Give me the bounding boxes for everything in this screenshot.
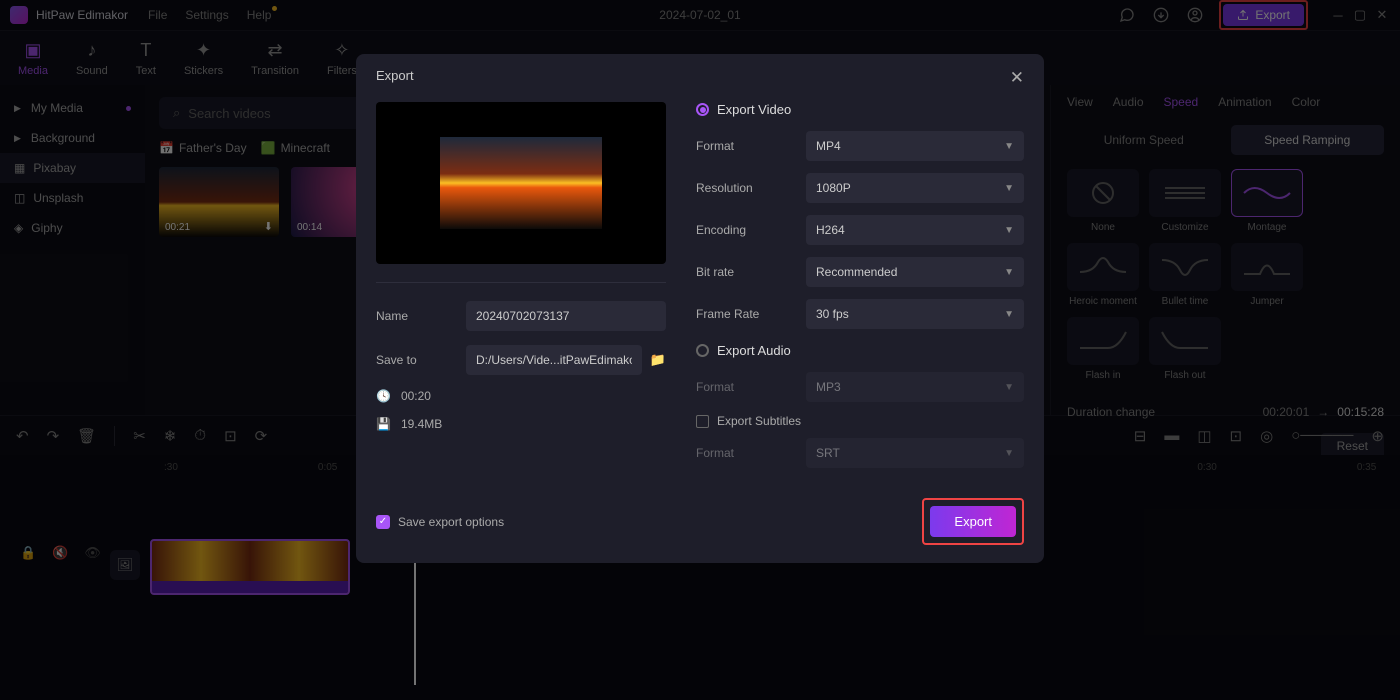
encoding-dropdown[interactable]: H264▼ (806, 215, 1024, 245)
modal-overlay: Export ✕ Name Save to 📁 🕓00:20 💾19.4MB (0, 0, 1400, 700)
dialog-title: Export (376, 68, 414, 88)
framerate-dropdown[interactable]: 30 fps▼ (806, 299, 1024, 329)
export-subtitles-checkbox[interactable]: Export Subtitles (696, 414, 1024, 428)
chevron-down-icon: ▼ (1004, 309, 1014, 320)
chevron-down-icon: ▼ (1004, 382, 1014, 393)
export-audio-radio[interactable]: Export Audio (696, 343, 1024, 358)
export-video-radio[interactable]: Export Video (696, 102, 1024, 117)
chevron-down-icon: ▼ (1004, 267, 1014, 278)
save-to-label: Save to (376, 353, 466, 367)
export-dialog: Export ✕ Name Save to 📁 🕓00:20 💾19.4MB (356, 54, 1044, 563)
resolution-dropdown[interactable]: 1080P▼ (806, 173, 1024, 203)
chevron-down-icon: ▼ (1004, 448, 1014, 459)
save-to-input[interactable] (466, 345, 642, 375)
chevron-down-icon: ▼ (1004, 225, 1014, 236)
bitrate-dropdown[interactable]: Recommended▼ (806, 257, 1024, 287)
clock-icon: 🕓 (376, 389, 391, 403)
folder-icon[interactable]: 📁 (650, 352, 666, 368)
save-options-checkbox[interactable]: ✓Save export options (376, 515, 504, 529)
export-submit-button[interactable]: Export (930, 506, 1016, 537)
chevron-down-icon: ▼ (1004, 141, 1014, 152)
format-dropdown[interactable]: MP4▼ (806, 131, 1024, 161)
radio-checked-icon (696, 103, 709, 116)
export-submit-highlight: Export (922, 498, 1024, 545)
chevron-down-icon: ▼ (1004, 183, 1014, 194)
export-preview (376, 102, 666, 264)
name-input[interactable] (466, 301, 666, 331)
disk-icon: 💾 (376, 417, 391, 431)
checkbox-checked-icon: ✓ (376, 515, 390, 529)
close-icon[interactable]: ✕ (1010, 68, 1024, 88)
subtitle-format-dropdown: SRT▼ (806, 438, 1024, 468)
audio-format-dropdown: MP3▼ (806, 372, 1024, 402)
radio-unchecked-icon (696, 344, 709, 357)
checkbox-icon (696, 415, 709, 428)
name-label: Name (376, 309, 466, 323)
